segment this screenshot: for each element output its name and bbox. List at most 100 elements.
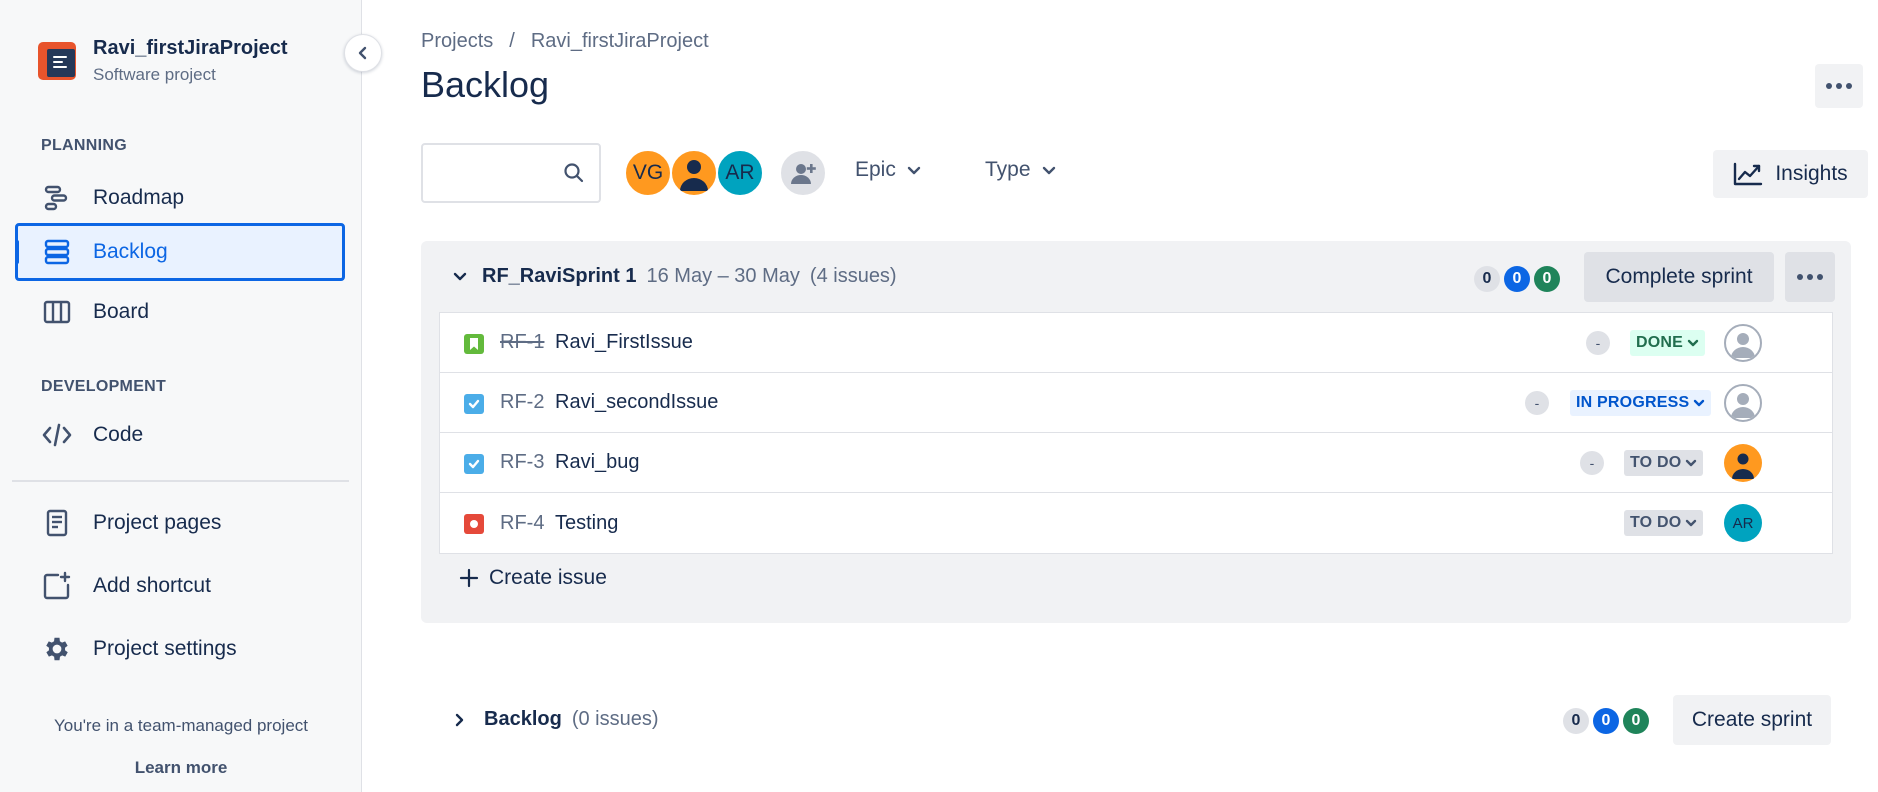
issue-summary[interactable]: Testing xyxy=(555,512,618,535)
backlog-title: Backlog xyxy=(484,708,562,730)
issue-summary[interactable]: Ravi_bug xyxy=(555,451,640,474)
chevron-down-icon[interactable] xyxy=(452,269,468,285)
issue-summary[interactable]: Ravi_secondIssue xyxy=(555,391,718,414)
chevron-down-icon xyxy=(1694,399,1705,407)
assignee-avatar[interactable]: AR xyxy=(1724,504,1762,542)
team-managed-note: You're in a team-managed project xyxy=(54,716,308,735)
issue-summary[interactable]: Ravi_FirstIssue xyxy=(555,331,693,354)
story-points-estimate[interactable]: - xyxy=(1586,331,1610,355)
assignee-avatar[interactable] xyxy=(1724,444,1762,482)
issue-list: RF-1 Ravi_FirstIssue - DONE RF-2 Ravi_se… xyxy=(439,312,1833,554)
sidebar: Ravi_firstJiraProject Software project P… xyxy=(0,0,362,792)
sidebar-item-project-pages[interactable]: Project pages xyxy=(15,494,345,552)
search-field[interactable] xyxy=(421,143,601,203)
sprint-status-counts: 0 0 0 xyxy=(1474,266,1560,292)
in-progress-count-badge: 0 xyxy=(1593,708,1619,734)
insights-chart-icon xyxy=(1734,162,1763,186)
chevron-down-icon xyxy=(1687,339,1699,347)
chevron-down-icon xyxy=(1686,519,1697,527)
sidebar-item-label: Backlog xyxy=(93,240,168,263)
status-label: TO DO xyxy=(1630,454,1682,471)
planning-section-title: PLANNING xyxy=(41,137,127,154)
todo-count-badge: 0 xyxy=(1474,266,1500,292)
issue-key[interactable]: RF-2 xyxy=(500,391,544,414)
issue-row[interactable]: RF-4 Testing TO DO AR xyxy=(440,493,1832,553)
status-label: TO DO xyxy=(1630,514,1682,531)
sprint-issue-count: (4 issues) xyxy=(809,265,897,287)
unassigned-avatar-icon[interactable] xyxy=(1724,384,1762,422)
issue-row[interactable]: RF-3 Ravi_bug - TO DO xyxy=(440,433,1832,493)
issue-key[interactable]: RF-3 xyxy=(500,451,544,474)
avatar-initials: AR xyxy=(1732,514,1754,532)
avatar-ar[interactable]: AR xyxy=(716,149,764,197)
add-people-button[interactable] xyxy=(779,149,827,197)
story-points-estimate[interactable]: - xyxy=(1580,451,1604,475)
sidebar-item-label: Add shortcut xyxy=(93,574,211,597)
avatar-vg[interactable]: VG xyxy=(624,149,672,197)
plus-icon xyxy=(459,568,479,588)
sprint-dates: 16 May – 30 May xyxy=(646,265,800,287)
chevron-down-icon xyxy=(1686,459,1697,467)
issue-row[interactable]: RF-2 Ravi_secondIssue - IN PROGRESS xyxy=(440,373,1832,433)
task-icon xyxy=(464,394,484,414)
avatar-initials: VG xyxy=(632,161,664,184)
more-icon xyxy=(1826,83,1832,89)
learn-more-link[interactable]: Learn more xyxy=(0,758,362,778)
status-dropdown[interactable]: TO DO xyxy=(1624,450,1704,476)
person-icon xyxy=(680,160,708,191)
issue-key[interactable]: RF-1 xyxy=(500,331,544,354)
sprint-more-actions-button[interactable] xyxy=(1785,252,1835,302)
page-more-actions-button[interactable] xyxy=(1815,64,1863,108)
done-count-badge: 0 xyxy=(1623,708,1649,734)
search-input[interactable] xyxy=(423,145,553,201)
complete-sprint-button[interactable]: Complete sprint xyxy=(1584,252,1774,302)
sidebar-item-roadmap[interactable]: Roadmap xyxy=(15,169,345,227)
add-person-icon xyxy=(791,164,816,184)
sidebar-item-add-shortcut[interactable]: Add shortcut xyxy=(15,557,345,615)
breadcrumb-separator: / xyxy=(509,30,515,52)
sidebar-item-board[interactable]: Board xyxy=(15,283,345,341)
project-type: Software project xyxy=(93,65,216,84)
epic-filter-dropdown[interactable]: Epic xyxy=(855,158,922,182)
more-icon xyxy=(1797,274,1803,280)
chevron-right-icon[interactable] xyxy=(452,712,468,728)
avatar-person[interactable] xyxy=(670,149,718,197)
avatar-initials: AR xyxy=(725,161,755,184)
unassigned-avatar-icon[interactable] xyxy=(1724,324,1762,362)
create-sprint-button[interactable]: Create sprint xyxy=(1673,695,1831,745)
sidebar-item-label: Project settings xyxy=(93,637,237,660)
story-points-estimate[interactable]: - xyxy=(1525,391,1549,415)
type-filter-dropdown[interactable]: Type xyxy=(985,158,1057,182)
sprint-panel: RF_RaviSprint 1 16 May – 30 May (4 issue… xyxy=(421,241,1851,623)
epic-filter-label: Epic xyxy=(855,158,896,181)
backlog-issue-count: (0 issues) xyxy=(571,708,659,730)
project-logo-icon xyxy=(38,42,76,80)
roadmap-icon xyxy=(41,182,73,214)
status-dropdown[interactable]: TO DO xyxy=(1624,510,1704,536)
status-dropdown[interactable]: DONE xyxy=(1630,330,1706,356)
backlog-header[interactable]: Backlog (0 issues) xyxy=(452,708,659,731)
collapse-sidebar-button[interactable] xyxy=(344,34,382,72)
breadcrumb-project-link[interactable]: Ravi_firstJiraProject xyxy=(531,30,709,53)
create-issue-button[interactable]: Create issue xyxy=(459,566,607,590)
development-section-title: DEVELOPMENT xyxy=(41,378,167,395)
sidebar-item-code[interactable]: Code xyxy=(15,406,345,464)
insights-button[interactable]: Insights xyxy=(1713,150,1868,198)
sidebar-divider xyxy=(12,480,349,482)
page-title: Backlog xyxy=(421,64,550,105)
breadcrumb: Projects / Ravi_firstJiraProject xyxy=(421,30,709,53)
project-header[interactable]: Ravi_firstJiraProject Software project xyxy=(38,36,288,86)
sidebar-item-project-settings[interactable]: Project settings xyxy=(15,620,345,678)
todo-count-badge: 0 xyxy=(1563,708,1589,734)
sidebar-item-label: Board xyxy=(93,300,150,323)
sidebar-item-backlog[interactable]: Backlog xyxy=(15,223,345,281)
sidebar-item-label: Code xyxy=(93,423,144,446)
breadcrumb-projects-link[interactable]: Projects xyxy=(421,30,493,53)
status-label: IN PROGRESS xyxy=(1576,394,1690,411)
issue-key[interactable]: RF-4 xyxy=(500,512,544,535)
chevron-down-icon xyxy=(907,166,921,175)
sprint-header[interactable]: RF_RaviSprint 1 16 May – 30 May (4 issue… xyxy=(452,265,897,288)
add-shortcut-icon xyxy=(41,570,73,602)
issue-row[interactable]: RF-1 Ravi_FirstIssue - DONE xyxy=(440,313,1832,373)
status-dropdown[interactable]: IN PROGRESS xyxy=(1570,390,1712,416)
